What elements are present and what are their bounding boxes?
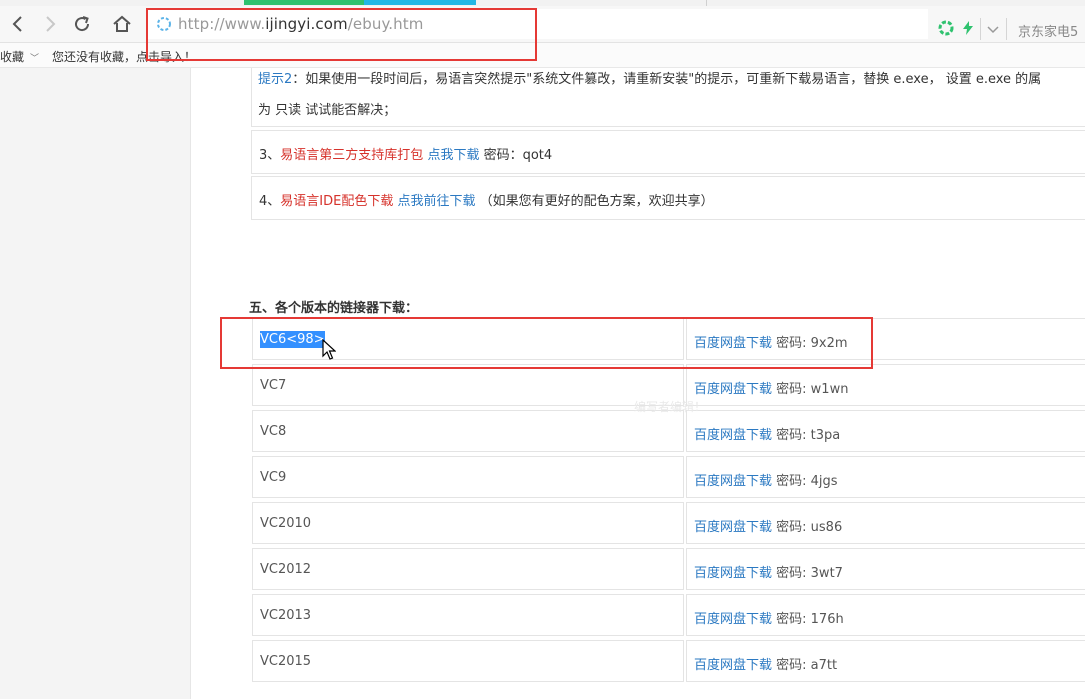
version-name: VC7: [260, 378, 287, 393]
table-row: VC2010 百度网盘下载 密码: us86: [249, 502, 1085, 544]
version-name: VC2013: [260, 608, 312, 623]
password-text: 密码: w1wn: [772, 382, 849, 397]
download-cell: 百度网盘下载 密码: 4jgs: [686, 456, 1085, 498]
version-name: VC2015: [260, 654, 312, 669]
password-text: 密码: t3pa: [772, 428, 841, 443]
baidu-download-link[interactable]: 百度网盘下载: [694, 612, 772, 627]
version-name: VC9: [260, 470, 287, 485]
arrow-left-icon: [12, 16, 22, 32]
version-cell: VC2012: [252, 548, 684, 590]
version-name: VC2010: [260, 516, 312, 531]
download-item-4: 4、易语言IDE配色下载 点我前往下载 （如果您有更好的配色方案，欢迎共享）: [251, 176, 1085, 220]
baidu-download-link[interactable]: 百度网盘下载: [694, 474, 772, 489]
item-title: 易语言第三方支持库打包: [280, 148, 424, 163]
table-row: VC2013 百度网盘下载 密码: 176h: [249, 594, 1085, 636]
home-button[interactable]: [108, 10, 136, 38]
item-note: （如果您有更好的配色方案，欢迎共享）: [475, 194, 714, 209]
arrow-right-icon: [46, 16, 56, 32]
item-title: 易语言IDE配色下载: [280, 194, 394, 209]
tip2-text: ：如果使用一段时间后，易语言突然提示"系统文件篡改，请重新安装"的提示，可重新下…: [292, 72, 1042, 87]
toolbar-divider: [1006, 18, 1007, 40]
item-index: 4、: [259, 194, 281, 209]
mouse-cursor-icon: [322, 339, 336, 360]
watermark-text: 编写者编辑！: [634, 400, 707, 414]
table-row: VC2012 百度网盘下载 密码: 3wt7: [249, 548, 1085, 590]
version-name: VC8: [260, 424, 287, 439]
url-highlight-box: [146, 8, 537, 61]
password-text: 密码: 3wt7: [772, 566, 843, 581]
version-cell: VC2013: [252, 594, 684, 636]
tip2-line: 提示2：如果使用一段时间后，易语言突然提示"系统文件篡改，请重新安装"的提示，可…: [258, 68, 1041, 87]
favorites-menu[interactable]: 收藏 ﹀: [0, 48, 39, 65]
version-cell: VC2015: [252, 640, 684, 682]
toolbar-divider: [980, 18, 981, 40]
row-highlight-box: [220, 317, 873, 369]
page-content: 提示2：如果使用一段时间后，易语言突然提示"系统文件篡改，请重新安装"的提示，可…: [191, 68, 1085, 699]
password-text: 密码：qot4: [479, 148, 553, 163]
active-tab-indicator[interactable]: [244, 0, 476, 5]
home-icon: [113, 15, 131, 32]
password-text: 密码: us86: [772, 520, 843, 535]
version-cell: VC8: [252, 410, 684, 452]
table-row: VC2015 百度网盘下载 密码: a7tt: [249, 640, 1085, 682]
version-name: VC2012: [260, 562, 312, 577]
baidu-download-link[interactable]: 百度网盘下载: [694, 382, 772, 397]
password-text: 密码: 176h: [772, 612, 844, 627]
tip2-label: 提示2: [258, 72, 293, 87]
security-shield-icon[interactable]: [938, 20, 954, 36]
address-bar-actions: [938, 20, 976, 36]
table-row: VC9 百度网盘下载 密码: 4jgs: [249, 456, 1085, 498]
download-item-3: 3、易语言第三方支持库打包 点我下载 密码：qot4: [251, 130, 1085, 174]
download-cell: 百度网盘下载 密码: t3pa: [686, 410, 1085, 452]
version-cell: VC2010: [252, 502, 684, 544]
chevron-down-icon: ﹀: [30, 54, 40, 64]
version-cell: VC9: [252, 456, 684, 498]
download-cell: 百度网盘下载 密码: 3wt7: [686, 548, 1085, 590]
forward-button[interactable]: [36, 10, 64, 38]
chevron-down-icon[interactable]: [984, 20, 1002, 38]
password-text: 密码: a7tt: [772, 658, 838, 673]
section-title: 五、各个版本的链接器下载：: [249, 301, 419, 316]
baidu-download-link[interactable]: 百度网盘下载: [694, 566, 772, 581]
password-text: 密码: 4jgs: [772, 474, 838, 489]
reload-button[interactable]: [68, 10, 96, 38]
download-cell: 百度网盘下载 密码: us86: [686, 502, 1085, 544]
download-link[interactable]: 点我前往下载: [397, 194, 475, 209]
download-link[interactable]: 点我下载: [427, 148, 479, 163]
download-cell: 百度网盘下载 密码: 176h: [686, 594, 1085, 636]
page-left-gutter: [0, 68, 191, 699]
back-button[interactable]: [4, 10, 32, 38]
baidu-download-link[interactable]: 百度网盘下载: [694, 428, 772, 443]
promo-link[interactable]: 京东家电5: [1018, 21, 1078, 40]
download-cell: 百度网盘下载 密码: w1wn: [686, 364, 1085, 406]
baidu-download-link[interactable]: 百度网盘下载: [694, 520, 772, 535]
baidu-download-link[interactable]: 百度网盘下载: [694, 658, 772, 673]
version-cell: VC7: [252, 364, 684, 406]
reload-icon: [75, 16, 90, 32]
lightning-icon[interactable]: [960, 20, 976, 36]
favorites-label: 收藏: [0, 50, 25, 64]
table-row: VC8 百度网盘下载 密码: t3pa: [249, 410, 1085, 452]
item-index: 3、: [259, 148, 281, 163]
tip2-line-2: 为 只读 试试能否解决；: [258, 103, 397, 118]
download-cell: 百度网盘下载 密码: a7tt: [686, 640, 1085, 682]
